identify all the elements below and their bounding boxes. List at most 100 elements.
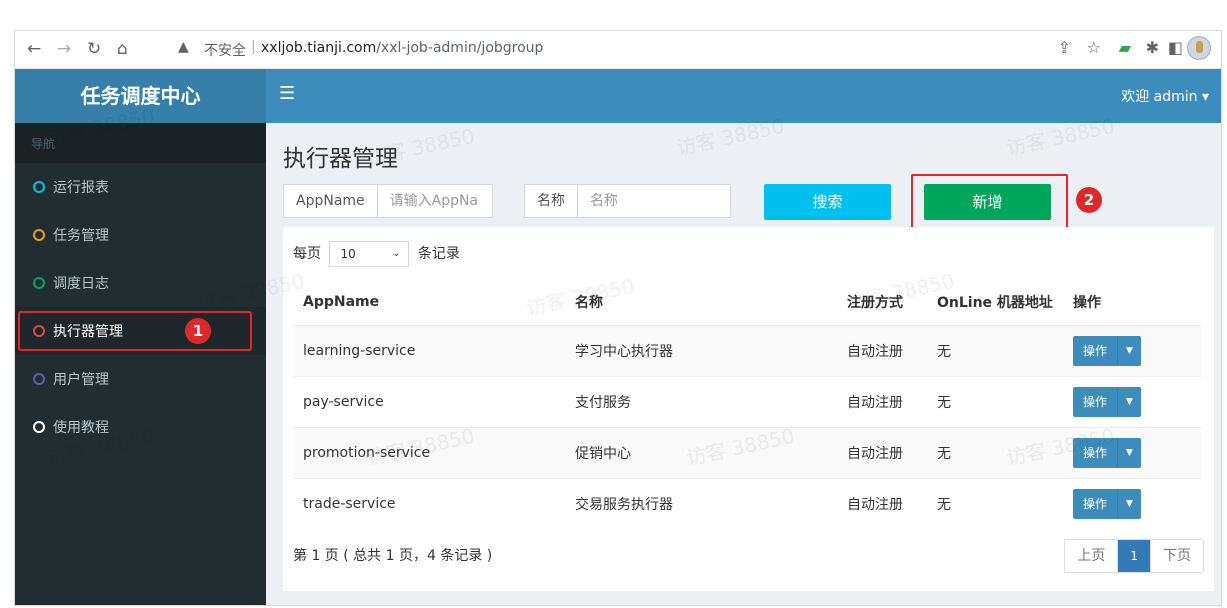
cell-operation: 操作 ▼: [1063, 477, 1201, 529]
operate-dropdown-button[interactable]: 操作 ▼: [1073, 386, 1141, 417]
app-header: 任务调度中心 ☰ 欢迎 admin ▾: [15, 69, 1221, 123]
executor-table-box: 每页 10 ⌄ 条记录 AppName 名称 注册方式 OnLine 机器地址 操…: [283, 227, 1214, 591]
table-header-row: AppName 名称 注册方式 OnLine 机器地址 操作: [293, 279, 1201, 326]
appname-filter-label: AppName: [284, 185, 378, 217]
url-path: /xxl-job-admin/jobgroup: [376, 40, 544, 56]
circle-icon: [33, 421, 45, 433]
home-icon[interactable]: ⌂: [117, 38, 128, 60]
cell-appname: pay-service: [293, 375, 565, 427]
operate-dropdown-button[interactable]: 操作 ▼: [1073, 335, 1141, 366]
cell-registry: 自动注册: [837, 477, 927, 529]
pagination: 上页 1 下页: [1064, 539, 1204, 573]
cell-registry: 自动注册: [837, 375, 927, 427]
bookmark-star-icon[interactable]: ☆: [1087, 38, 1101, 57]
appname-input[interactable]: 请输入AppNa: [378, 185, 490, 217]
column-header[interactable]: AppName: [293, 279, 565, 326]
url-host: xxljob.tianji.com: [261, 40, 377, 56]
perpage-suffix: 条记录: [417, 246, 460, 262]
cell-title: 交易服务执行器: [565, 477, 837, 529]
cell-online: 无: [927, 375, 1063, 427]
nav-header: 导航: [15, 123, 266, 163]
circle-icon: [33, 181, 45, 193]
column-header[interactable]: 注册方式: [837, 279, 927, 326]
operate-label: 操作: [1073, 386, 1119, 417]
operate-dropdown-button[interactable]: 操作 ▼: [1073, 488, 1141, 519]
page-title: 执行器管理: [283, 146, 398, 172]
current-page-button[interactable]: 1: [1118, 540, 1151, 572]
sidebar-item-label: 运行报表: [53, 180, 109, 196]
forward-arrow-icon[interactable]: →: [57, 38, 71, 60]
circle-icon: [33, 373, 45, 385]
cell-title: 促销中心: [565, 426, 837, 478]
table-summary: 第 1 页 ( 总共 1 页，4 条记录 ): [293, 548, 493, 564]
page-length-control: 每页 10 ⌄ 条记录: [293, 241, 460, 267]
operate-label: 操作: [1073, 488, 1119, 519]
operate-label: 操作: [1073, 437, 1119, 468]
extension-icon[interactable]: ▰: [1119, 38, 1131, 57]
table-row: learning-service 学习中心执行器 自动注册 无 操作 ▼: [293, 324, 1201, 376]
cell-operation: 操作 ▼: [1063, 426, 1201, 478]
step-badge-1: 1: [185, 318, 211, 344]
highlight-box: [18, 311, 252, 351]
sidebar-item-logs[interactable]: 调度日志: [15, 259, 266, 307]
app-logo[interactable]: 任务调度中心: [15, 69, 266, 123]
caret-down-icon: ▼: [1126, 396, 1133, 407]
cell-online: 无: [927, 426, 1063, 478]
table-row: trade-service 交易服务执行器 自动注册 无 操作 ▼: [293, 477, 1201, 529]
table-row: pay-service 支付服务 自动注册 无 操作 ▼: [293, 375, 1201, 427]
add-button[interactable]: 新增: [924, 184, 1051, 220]
circle-icon: [33, 229, 45, 241]
profile-avatar[interactable]: [1187, 36, 1211, 60]
title-filter-label: 名称: [525, 185, 578, 217]
cell-online: 无: [927, 477, 1063, 529]
sidebar-item-label: 用户管理: [53, 372, 109, 388]
step-badge-2: 2: [1076, 187, 1102, 213]
sidebar-item-jobs[interactable]: 任务管理: [15, 211, 266, 259]
next-page-button[interactable]: 下页: [1151, 540, 1203, 572]
operate-label: 操作: [1073, 335, 1119, 366]
address-bar[interactable]: xxljob.tianji.com/xxl-job-admin/jobgroup: [261, 40, 543, 56]
column-header[interactable]: OnLine 机器地址: [927, 279, 1063, 326]
back-arrow-icon[interactable]: ←: [27, 38, 41, 60]
sidebar-item-label: 使用教程: [53, 420, 109, 436]
browser-toolbar: ← → ↻ ⌂ ▲ 不安全 | xxljob.tianji.com/xxl-jo…: [15, 31, 1221, 69]
cell-appname: trade-service: [293, 477, 565, 529]
main-content: 执行器管理 AppName 请输入AppNa 名称 名称 搜索 新增 2 每页 …: [266, 123, 1221, 605]
puzzle-extensions-icon[interactable]: ✱: [1146, 38, 1159, 57]
title-input[interactable]: 名称: [578, 185, 630, 217]
circle-icon: [33, 277, 45, 289]
sidebar-item-users[interactable]: 用户管理: [15, 355, 266, 403]
browser-window: ← → ↻ ⌂ ▲ 不安全 | xxljob.tianji.com/xxl-jo…: [14, 30, 1222, 606]
cell-online: 无: [927, 324, 1063, 376]
side-panel-icon[interactable]: ◧: [1168, 38, 1183, 57]
sidebar-item-label: 调度日志: [53, 276, 109, 292]
share-icon[interactable]: ⇪: [1058, 38, 1071, 57]
search-button[interactable]: 搜索: [764, 184, 891, 220]
prev-page-button[interactable]: 上页: [1065, 540, 1119, 572]
cell-operation: 操作 ▼: [1063, 324, 1201, 376]
sidebar-item-executors[interactable]: 执行器管理 1: [15, 307, 266, 355]
hamburger-menu-icon[interactable]: ☰: [279, 83, 295, 104]
column-header[interactable]: 名称: [565, 279, 837, 326]
sidebar-item-label: 任务管理: [53, 228, 109, 244]
cell-registry: 自动注册: [837, 426, 927, 478]
cell-registry: 自动注册: [837, 324, 927, 376]
address-separator: |: [251, 39, 256, 55]
sidebar: 导航 运行报表 任务管理 调度日志 执行器管理 1 用户管理 使用教程: [15, 123, 266, 605]
insecure-label: 不安全: [204, 43, 246, 59]
sidebar-item-help[interactable]: 使用教程: [15, 403, 266, 451]
title-filter: 名称 名称: [524, 184, 731, 218]
cell-title: 学习中心执行器: [565, 324, 837, 376]
page-length-select[interactable]: 10 ⌄: [329, 241, 410, 267]
executor-table: AppName 名称 注册方式 OnLine 机器地址 操作 learning-…: [293, 279, 1201, 529]
appname-filter: AppName 请输入AppNa: [283, 184, 493, 218]
operate-dropdown-button[interactable]: 操作 ▼: [1073, 437, 1141, 468]
warning-triangle-icon: ▲: [178, 39, 189, 55]
column-header: 操作: [1063, 279, 1201, 326]
reload-icon[interactable]: ↻: [87, 38, 101, 60]
caret-down-icon: ▼: [1126, 447, 1133, 458]
caret-down-icon: ▼: [1126, 345, 1133, 356]
perpage-prefix: 每页: [293, 246, 321, 262]
user-menu[interactable]: 欢迎 admin ▾: [1121, 86, 1209, 106]
sidebar-item-report[interactable]: 运行报表: [15, 163, 266, 211]
